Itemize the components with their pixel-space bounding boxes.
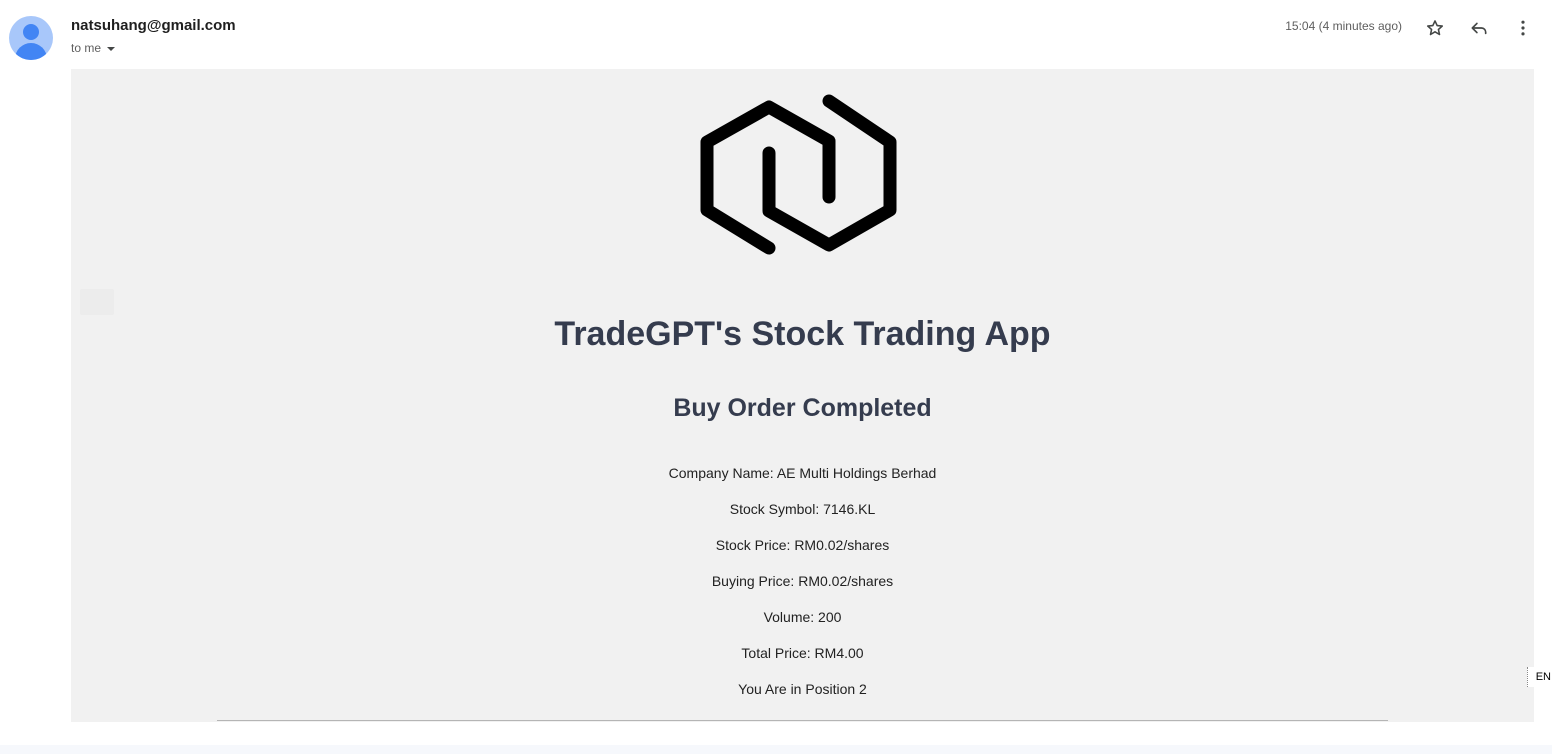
email-view: natsuhang@gmail.com to me 15:04 (4 minut… bbox=[0, 0, 1552, 754]
sender-avatar[interactable] bbox=[9, 16, 53, 60]
bottom-strip bbox=[0, 745, 1552, 754]
sender-email[interactable]: natsuhang@gmail.com bbox=[71, 17, 236, 34]
content-divider bbox=[217, 720, 1388, 721]
stock-symbol-line: Stock Symbol: 7146.KL bbox=[729, 501, 876, 517]
star-button[interactable] bbox=[1419, 12, 1451, 44]
order-status-title: Buy Order Completed bbox=[673, 394, 932, 422]
email-body: TradeGPT's Stock Trading App Buy Order C… bbox=[71, 69, 1534, 722]
order-details: Company Name: AE Multi Holdings Berhad S… bbox=[71, 465, 1534, 717]
avatar-head-shape bbox=[23, 24, 39, 40]
reply-icon bbox=[1471, 22, 1487, 35]
star-outline-icon bbox=[1426, 20, 1444, 36]
recipient-label: to me bbox=[71, 41, 102, 55]
language-indicator[interactable]: EN bbox=[1527, 667, 1552, 687]
stock-price-line: Stock Price: RM0.02/shares bbox=[715, 537, 890, 553]
email-timestamp: 15:04 (4 minutes ago) bbox=[1285, 19, 1402, 33]
recipient-toggle[interactable]: to me bbox=[71, 41, 116, 55]
avatar-body-shape bbox=[15, 43, 47, 60]
buying-price-line: Buying Price: RM0.02/shares bbox=[711, 573, 894, 589]
reply-button[interactable] bbox=[1463, 12, 1495, 44]
app-title: TradeGPT's Stock Trading App bbox=[554, 315, 1051, 353]
chevron-down-icon bbox=[107, 46, 116, 51]
volume-line: Volume: 200 bbox=[763, 609, 842, 625]
collapsed-content-toggle[interactable] bbox=[80, 289, 114, 315]
queue-position-line: You Are in Position 2 bbox=[738, 681, 867, 697]
more-options-button[interactable] bbox=[1507, 12, 1539, 44]
hexagon-link-logo-icon bbox=[700, 94, 897, 255]
total-price-line: Total Price: RM4.00 bbox=[741, 645, 864, 661]
more-vertical-icon bbox=[1521, 20, 1525, 36]
company-name-line: Company Name: AE Multi Holdings Berhad bbox=[668, 465, 937, 481]
